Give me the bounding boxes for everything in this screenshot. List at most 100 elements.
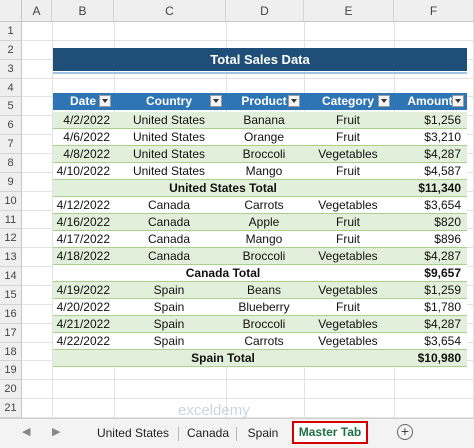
column-header-c[interactable]: C [114,0,226,22]
row-header-5[interactable]: 5 [0,97,22,117]
country-cell[interactable]: United States [113,112,225,129]
sheet-tab-master-tab[interactable]: Master Tab [292,421,368,444]
filter-dropdown-icon[interactable] [288,95,300,107]
row-header-9[interactable]: 9 [0,172,22,192]
row-header-14[interactable]: 14 [0,267,22,286]
country-cell[interactable]: Canada [113,197,225,214]
date-cell[interactable]: 4/8/2022 [53,146,113,163]
date-cell[interactable]: 4/2/2022 [53,112,113,129]
filter-dropdown-icon[interactable] [99,95,111,107]
row-header-13[interactable]: 13 [0,248,22,268]
row-header-3[interactable]: 3 [0,59,22,79]
amount-cell[interactable]: $1,259 [393,282,467,299]
amount-cell[interactable]: $3,210 [393,129,467,146]
date-cell[interactable]: 4/21/2022 [53,316,113,333]
country-cell[interactable]: Spain [113,333,225,350]
column-header-a[interactable]: A [22,0,52,22]
country-cell[interactable]: Spain [113,282,225,299]
date-cell[interactable]: 4/16/2022 [53,214,113,231]
amount-cell[interactable]: $896 [393,231,467,248]
table-row[interactable]: 4/21/2022 Spain Broccoli Vegetables $4,287 [53,316,467,333]
amount-cell[interactable]: $1,256 [393,112,467,129]
product-cell[interactable]: Orange [225,129,303,146]
table-row[interactable]: 4/18/2022 Canada Broccoli Vegetables $4,287 [53,248,467,265]
date-cell[interactable]: 4/17/2022 [53,231,113,248]
table-row[interactable]: 4/12/2022 Canada Carrots Vegetables $3,654 [53,197,467,214]
filter-dropdown-icon[interactable] [452,95,464,107]
category-cell[interactable]: Fruit [303,112,393,129]
row-header-18[interactable]: 18 [0,342,22,362]
product-cell[interactable]: Carrots [225,197,303,214]
category-cell[interactable]: Vegetables [303,146,393,163]
table-total-row[interactable]: Canada Total $9,657 [53,265,467,282]
add-sheet-icon[interactable]: + [397,424,413,440]
country-cell[interactable]: Spain [113,316,225,333]
amount-cell[interactable]: $3,654 [393,197,467,214]
country-cell[interactable]: United States [113,163,225,180]
row-header-12[interactable]: 12 [0,229,22,249]
country-cell[interactable]: Spain [113,299,225,316]
product-cell[interactable]: Beans [225,282,303,299]
sheet-title[interactable]: Total Sales Data [53,48,467,71]
date-cell[interactable]: 4/18/2022 [53,248,113,265]
table-row[interactable]: 4/19/2022 Spain Beans Vegetables $1,259 [53,282,467,299]
amount-cell[interactable]: $1,780 [393,299,467,316]
country-cell[interactable]: Canada [113,248,225,265]
country-cell[interactable]: Canada [113,231,225,248]
column-header-f[interactable]: F [394,0,474,22]
column-header-d[interactable]: D [226,0,304,22]
row-header-11[interactable]: 11 [0,210,22,230]
table-row[interactable]: 4/8/2022 United States Broccoli Vegetables $… [53,146,467,163]
table-row[interactable]: 4/16/2022 Canada Apple Fruit $820 [53,214,467,231]
product-cell[interactable]: Apple [225,214,303,231]
product-cell[interactable]: Broccoli [225,316,303,333]
total-label[interactable]: Canada Total [53,265,393,282]
category-cell[interactable]: Fruit [303,231,393,248]
category-cell[interactable]: Fruit [303,163,393,180]
category-cell[interactable]: Fruit [303,299,393,316]
category-cell[interactable]: Fruit [303,214,393,231]
table-row[interactable]: 4/20/2022 Spain Blueberry Fruit $1,780 [53,299,467,316]
amount-cell[interactable]: $4,287 [393,146,467,163]
sheet-tab-canada[interactable]: Canada [182,423,234,443]
header-amount[interactable]: Amount [393,93,467,110]
total-amount[interactable]: $11,340 [393,180,467,197]
row-header-4[interactable]: 4 [0,78,22,98]
total-label[interactable]: Spain Total [53,350,393,367]
row-header-21[interactable]: 21 [0,399,22,418]
country-cell[interactable]: Canada [113,214,225,231]
amount-cell[interactable]: $4,287 [393,248,467,265]
row-header-17[interactable]: 17 [0,323,22,343]
category-cell[interactable]: Vegetables [303,333,393,350]
country-cell[interactable]: United States [113,146,225,163]
sheet-tab-united-states[interactable]: United States [90,423,176,443]
header-country[interactable]: Country [113,93,225,110]
column-header-e[interactable]: E [304,0,394,22]
date-cell[interactable]: 4/12/2022 [53,197,113,214]
row-header-20[interactable]: 20 [0,380,22,400]
product-cell[interactable]: Broccoli [225,248,303,265]
category-cell[interactable]: Fruit [303,129,393,146]
row-header-8[interactable]: 8 [0,153,22,173]
row-header-19[interactable]: 19 [0,361,22,381]
table-row[interactable]: 4/6/2022 United States Orange Fruit $3,210 [53,129,467,146]
row-header-1[interactable]: 1 [0,22,22,41]
column-header-b[interactable]: B [52,0,114,22]
category-cell[interactable]: Vegetables [303,197,393,214]
total-amount[interactable]: $10,980 [393,350,467,367]
table-row[interactable]: 4/17/2022 Canada Mango Fruit $896 [53,231,467,248]
amount-cell[interactable]: $820 [393,214,467,231]
row-header-7[interactable]: 7 [0,135,22,154]
product-cell[interactable]: Carrots [225,333,303,350]
row-header-10[interactable]: 10 [0,191,22,211]
table-row[interactable]: 4/2/2022 United States Banana Fruit $1,256 [53,112,467,129]
date-cell[interactable]: 4/6/2022 [53,129,113,146]
table-row[interactable]: 4/10/2022 United States Mango Fruit $4,587 [53,163,467,180]
header-category[interactable]: Category [303,93,393,110]
sheet-tab-spain[interactable]: Spain [240,423,286,443]
total-amount[interactable]: $9,657 [393,265,467,282]
table-row[interactable]: 4/22/2022 Spain Carrots Vegetables $3,654 [53,333,467,350]
select-all-corner[interactable] [0,0,22,22]
category-cell[interactable]: Vegetables [303,248,393,265]
header-date[interactable]: Date [53,93,113,110]
